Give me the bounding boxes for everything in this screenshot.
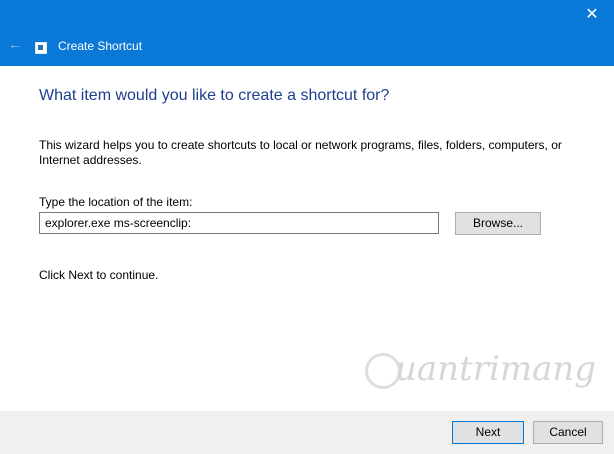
wizard-description: This wizard helps you to create shortcut… — [39, 138, 562, 167]
shortcut-app-icon — [35, 42, 47, 54]
footer-bar: Next Cancel — [0, 411, 614, 454]
next-button[interactable]: Next — [452, 421, 524, 444]
watermark: uantrimang — [365, 347, 596, 397]
page-heading: What item would you like to create a sho… — [39, 87, 390, 104]
browse-button[interactable]: Browse... — [455, 212, 541, 235]
location-input[interactable] — [39, 212, 439, 234]
title-bar: ✕ ← Create Shortcut — [0, 0, 614, 66]
continue-hint: Click Next to continue. — [39, 268, 159, 282]
close-icon[interactable]: ✕ — [580, 4, 604, 26]
wizard-content: What item would you like to create a sho… — [0, 66, 614, 411]
location-label: Type the location of the item: — [39, 195, 193, 209]
watermark-text: uantrimang — [395, 349, 597, 389]
window-title: Create Shortcut — [58, 39, 143, 53]
cancel-button[interactable]: Cancel — [533, 421, 603, 444]
back-arrow-icon[interactable]: ← — [8, 36, 26, 54]
